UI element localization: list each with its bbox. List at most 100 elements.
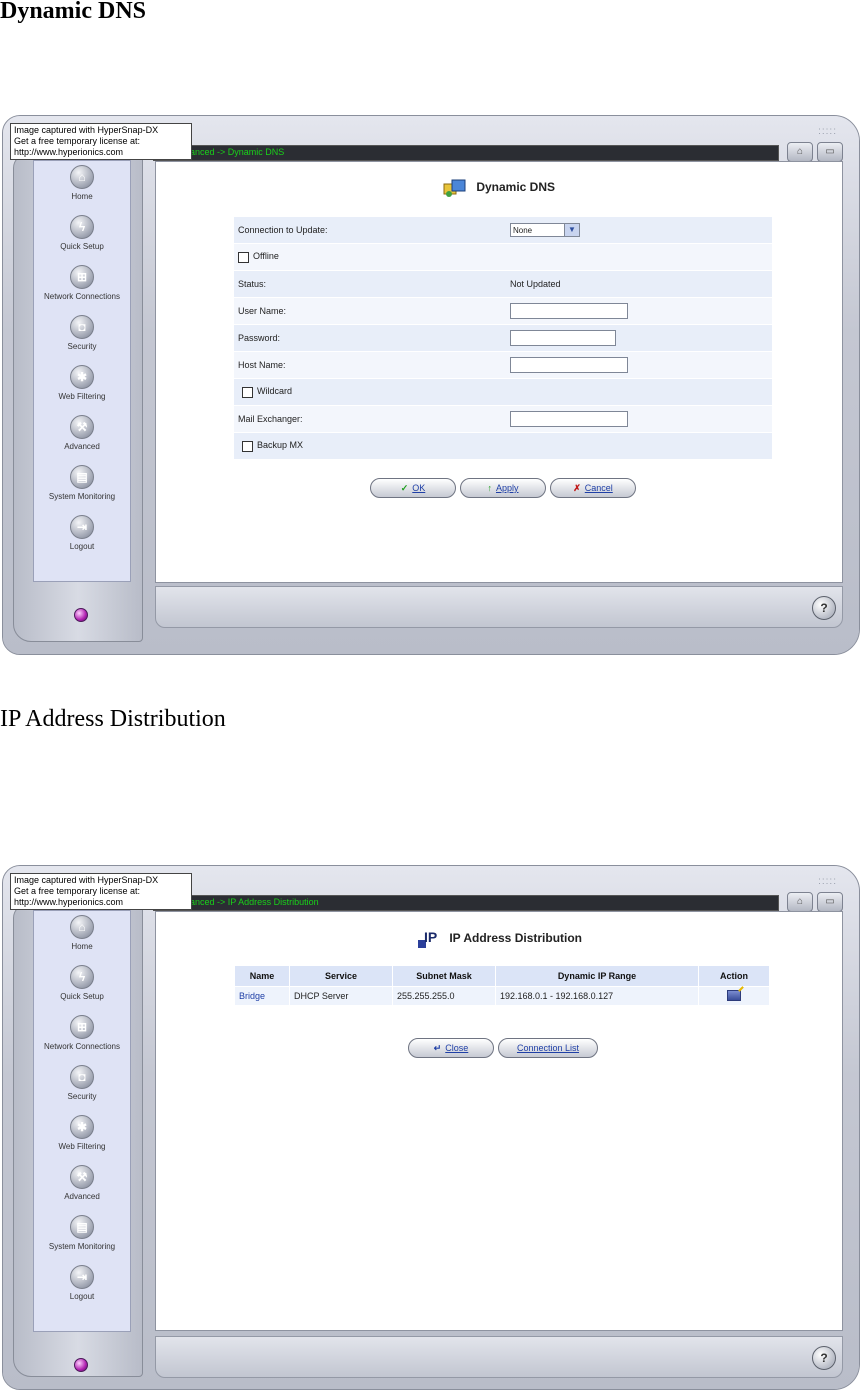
sidebar-item-label: Logout [69, 542, 95, 551]
screenshot-ip-distribution: ::::: anced -> IP Address Distribution ⌂… [0, 863, 864, 1392]
offline-checkbox[interactable] [238, 251, 249, 263]
lightning-icon: ϟ [70, 965, 94, 989]
main-content: Dynamic DNS Connection to Update: None ▼… [155, 161, 843, 583]
help-icon[interactable]: ? [812, 1346, 836, 1370]
screenshot-dynamic-dns: ::::: anced -> Dynamic DNS ⌂ ▭ ⌂ Home ϟ … [0, 113, 864, 657]
sidebar-item-label: Network Connections [43, 292, 121, 301]
wildcard-checkbox[interactable] [242, 386, 253, 398]
sidebar-item-logout[interactable]: ⇥ Logout [34, 1265, 130, 1301]
apply-button[interactable]: ↑ Apply [460, 478, 546, 498]
connection-list-button-label: Connection List [516, 1043, 580, 1053]
column-header: Name [234, 965, 290, 987]
network-icon: ⊞ [70, 265, 94, 289]
sidebar-item-advanced[interactable]: ⚒ Advanced [34, 415, 130, 451]
row-name-link[interactable]: Bridge [239, 991, 265, 1001]
sidebar-item-web-filtering[interactable]: ✱ Web Filtering [34, 365, 130, 401]
window-icon[interactable]: ▭ [817, 892, 843, 912]
sidebar-item-network-connections[interactable]: ⊞ Network Connections [34, 265, 130, 301]
close-button[interactable]: ↵ Close [408, 1038, 494, 1058]
table-row: Bridge DHCP Server 255.255.255.0 192.168… [234, 986, 770, 1006]
sidebar-item-system-monitoring[interactable]: ▤ System Monitoring [34, 1215, 130, 1251]
sidebar-item-label: Advanced [64, 442, 100, 451]
sidebar: ⌂ Home ϟ Quick Setup ⊞ Network Connectio… [33, 910, 131, 1332]
status-value: Not Updated [506, 270, 772, 298]
sidebar-item-logout[interactable]: ⇥ Logout [34, 515, 130, 551]
backup-mx-checkbox[interactable] [242, 440, 253, 452]
close-button-label: Close [445, 1043, 469, 1053]
column-header: Dynamic IP Range [495, 965, 699, 987]
x-icon: ✗ [573, 483, 581, 493]
hostname-label: Host Name: [234, 351, 506, 379]
sidebar-item-system-monitoring[interactable]: ▤ System Monitoring [34, 465, 130, 501]
status-label: Status: [234, 270, 506, 298]
row-service: DHCP Server [289, 986, 393, 1006]
mail-exchanger-label: Mail Exchanger: [234, 405, 506, 433]
cancel-button[interactable]: ✗ Cancel [550, 478, 636, 498]
sidebar-item-label: Quick Setup [60, 242, 104, 251]
watermark-line: http://www.hyperionics.com [14, 897, 124, 907]
logout-icon: ⇥ [70, 515, 94, 539]
sidebar-item-label: System Monitoring [48, 1242, 116, 1251]
sidebar-item-quick-setup[interactable]: ϟ Quick Setup [34, 215, 130, 251]
sidebar-item-label: Advanced [64, 1192, 100, 1201]
page-title: IP IP Address Distribution [156, 928, 842, 950]
window-icon[interactable]: ▭ [817, 142, 843, 162]
page-title: Dynamic DNS [156, 178, 842, 198]
username-label: User Name: [234, 297, 506, 325]
row-ip-range: 192.168.0.1 - 192.168.0.127 [495, 986, 699, 1006]
sidebar-item-label: Web Filtering [58, 392, 106, 401]
connection-select[interactable]: None ▼ [510, 223, 580, 237]
breadcrumb: anced -> IP Address Distribution [190, 897, 319, 907]
connection-list-button[interactable]: Connection List [498, 1038, 598, 1058]
return-arrow-icon: ↵ [433, 1043, 442, 1053]
network-map-icon[interactable]: ⌂ [787, 142, 813, 162]
advanced-icon: ⚒ [70, 1165, 94, 1189]
row-subnet-mask: 255.255.255.0 [392, 986, 496, 1006]
security-icon: ◘ [70, 1065, 94, 1089]
column-header: Action [698, 965, 770, 987]
main-content: IP IP Address Distribution Name Service … [155, 911, 843, 1331]
sidebar-item-advanced[interactable]: ⚒ Advanced [34, 1165, 130, 1201]
watermark-line: Image captured with HyperSnap-DX [14, 875, 159, 885]
sidebar: ⌂ Home ϟ Quick Setup ⊞ Network Connectio… [33, 160, 131, 582]
apply-button-label: Apply [495, 483, 519, 493]
column-header: Service [289, 965, 393, 987]
sidebar-item-web-filtering[interactable]: ✱ Web Filtering [34, 1115, 130, 1151]
sidebar-item-security[interactable]: ◘ Security [34, 1065, 130, 1101]
watermark-line: Image captured with HyperSnap-DX [14, 125, 159, 135]
status-orb-icon[interactable] [74, 1358, 88, 1372]
sidebar-item-quick-setup[interactable]: ϟ Quick Setup [34, 965, 130, 1001]
bottom-bar: ? [155, 1336, 843, 1378]
network-icon: ⊞ [70, 1015, 94, 1039]
lightning-icon: ϟ [70, 215, 94, 239]
doc-heading-dynamic-dns: Dynamic DNS [0, 0, 147, 24]
password-label: Password: [234, 324, 506, 352]
username-field[interactable] [510, 303, 628, 319]
cancel-button-label: Cancel [584, 483, 613, 493]
network-map-icon[interactable]: ⌂ [787, 892, 813, 912]
password-field[interactable] [510, 330, 616, 346]
sidebar-item-security[interactable]: ◘ Security [34, 315, 130, 351]
page-title-text: Dynamic DNS [476, 180, 556, 195]
sidebar-footer [33, 1340, 129, 1389]
hostname-field[interactable] [510, 357, 628, 373]
app-window: ::::: anced -> IP Address Distribution ⌂… [2, 865, 860, 1390]
help-icon[interactable]: ? [812, 596, 836, 620]
svg-text:IP: IP [424, 929, 437, 945]
advanced-icon: ⚒ [70, 415, 94, 439]
status-orb-icon[interactable] [74, 608, 88, 622]
breadcrumb-bar: anced -> IP Address Distribution [153, 895, 779, 911]
edit-icon[interactable] [727, 989, 741, 1001]
column-header: Subnet Mask [392, 965, 496, 987]
sidebar-item-label: Network Connections [43, 1042, 121, 1051]
home-icon: ⌂ [70, 915, 94, 939]
ddns-form: Connection to Update: None ▼ Offline Sta… [234, 217, 772, 460]
ok-button[interactable]: ✓ OK [370, 478, 456, 498]
sidebar-item-home[interactable]: ⌂ Home [34, 165, 130, 201]
sidebar-item-label: Logout [69, 1292, 95, 1301]
resize-grip-icon: ::::: [818, 876, 837, 887]
watermark: Image captured with HyperSnap-DX Get a f… [10, 123, 192, 160]
mail-exchanger-field[interactable] [510, 411, 628, 427]
sidebar-item-network-connections[interactable]: ⊞ Network Connections [34, 1015, 130, 1051]
sidebar-item-home[interactable]: ⌂ Home [34, 915, 130, 951]
